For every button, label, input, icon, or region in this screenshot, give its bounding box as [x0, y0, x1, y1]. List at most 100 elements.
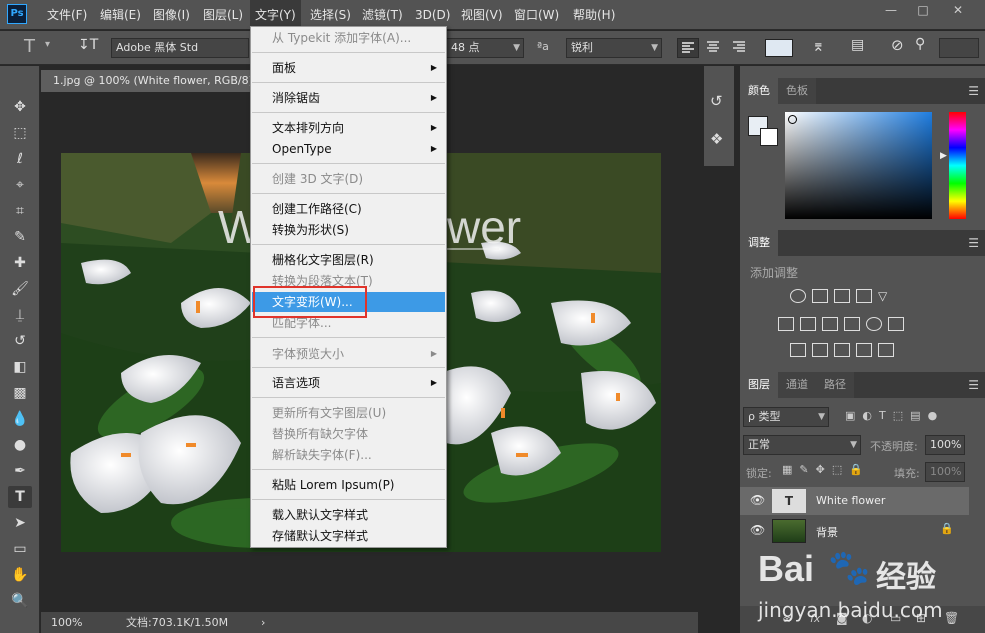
- path-select-tool-icon[interactable]: ➤: [8, 512, 32, 534]
- lock-all-icon[interactable]: 🔒: [849, 463, 863, 476]
- layer-row[interactable]: 👁 背景 🔒: [740, 517, 969, 545]
- menu-item-update-layers[interactable]: 更新所有文字图层(U): [252, 403, 445, 423]
- menu-edit[interactable]: 编辑(E): [100, 0, 141, 30]
- history-brush-tool-icon[interactable]: ↺: [8, 330, 32, 352]
- lock-artboard-icon[interactable]: ⬚: [832, 463, 842, 476]
- vibrance-icon[interactable]: ▽: [878, 289, 894, 303]
- minimize-button[interactable]: —: [878, 2, 904, 18]
- type-tool-icon[interactable]: T: [8, 486, 32, 508]
- menu-item-lorem-ipsum[interactable]: 粘贴 Lorem Ipsum(P): [252, 475, 445, 495]
- menu-item-convert-shape[interactable]: 转换为形状(S): [252, 220, 445, 240]
- lock-paint-icon[interactable]: ✎: [799, 463, 808, 476]
- quick-select-tool-icon[interactable]: ⌖: [8, 174, 32, 196]
- menu-layer[interactable]: 图层(L): [203, 0, 243, 30]
- type-tool-icon[interactable]: T: [24, 36, 35, 57]
- restore-button[interactable]: □: [910, 2, 936, 18]
- font-family-select[interactable]: Adobe 黑体 Std: [111, 38, 249, 58]
- panel-menu-icon[interactable]: ☰: [968, 230, 979, 256]
- lock-transparent-icon[interactable]: ▦: [782, 463, 792, 476]
- warp-text-icon[interactable]: ⌆: [812, 37, 825, 55]
- text-color-swatch[interactable]: [765, 39, 793, 57]
- panel-menu-icon[interactable]: ☰: [968, 372, 979, 398]
- status-arrow-icon[interactable]: ›: [261, 612, 265, 633]
- invert-icon[interactable]: [790, 342, 806, 357]
- close-button[interactable]: ✕: [945, 2, 971, 18]
- align-right-button[interactable]: [729, 38, 751, 58]
- visibility-eye-icon[interactable]: 👁: [750, 523, 765, 537]
- black-white-icon[interactable]: [822, 316, 838, 331]
- document-tab[interactable]: 1.jpg @ 100% (White flower, RGB/8): [41, 70, 251, 92]
- exposure-icon[interactable]: [856, 288, 872, 303]
- menu-item-create-3d[interactable]: 创建 3D 文字(D): [252, 169, 445, 189]
- color-picker-field[interactable]: [785, 112, 932, 219]
- character-panel-icon[interactable]: ▤: [851, 37, 864, 53]
- posterize-icon[interactable]: [812, 342, 828, 357]
- tab-layers[interactable]: 图层: [740, 372, 778, 398]
- hue-slider-handle-icon[interactable]: ▶: [940, 151, 947, 161]
- layer-name[interactable]: White flower: [816, 494, 885, 507]
- gradient-map-icon[interactable]: [878, 342, 894, 357]
- tab-paths[interactable]: 路径: [816, 372, 854, 398]
- adjust-filter-icon[interactable]: ◐: [862, 409, 872, 422]
- threshold-icon[interactable]: [834, 342, 850, 357]
- shape-filter-icon[interactable]: ⬚: [893, 409, 903, 422]
- lasso-tool-icon[interactable]: ℓ: [8, 148, 32, 170]
- brightness-icon[interactable]: [790, 288, 806, 303]
- menu-item-opentype[interactable]: OpenType ▶: [252, 139, 445, 159]
- brush-tool-icon[interactable]: 🖌: [8, 278, 32, 300]
- layer-name[interactable]: 背景: [816, 524, 838, 540]
- menu-item-language[interactable]: 语言选项 ▶: [252, 373, 445, 393]
- eraser-tool-icon[interactable]: ◧: [8, 356, 32, 378]
- type-filter-icon[interactable]: T: [879, 409, 886, 422]
- menu-item-orientation[interactable]: 文本排列方向 ▶: [252, 118, 445, 138]
- menu-item-preview-size[interactable]: 字体预览大小 ▶: [252, 344, 445, 364]
- crop-tool-icon[interactable]: ⌗: [8, 200, 32, 222]
- lock-position-icon[interactable]: ✥: [816, 463, 825, 476]
- menu-file[interactable]: 文件(F): [47, 0, 87, 30]
- menu-window[interactable]: 窗口(W): [514, 0, 559, 30]
- marquee-tool-icon[interactable]: ⬚: [8, 122, 32, 144]
- healing-brush-tool-icon[interactable]: ✚: [8, 252, 32, 274]
- filter-toggle-icon[interactable]: ●: [928, 409, 938, 422]
- pixel-filter-icon[interactable]: ▣: [845, 409, 855, 422]
- menu-item-panels[interactable]: 面板 ▶: [252, 58, 445, 78]
- antialias-select[interactable]: 锐利 ▼: [566, 38, 662, 58]
- font-size-select[interactable]: 48 点 ▼: [446, 38, 524, 58]
- properties-icon[interactable]: ❖: [710, 130, 723, 148]
- text-orientation-icon[interactable]: ↧T: [78, 37, 98, 53]
- tool-preset-dropdown-icon[interactable]: ▾: [45, 39, 50, 50]
- tab-adjustments[interactable]: 调整: [740, 230, 778, 256]
- rectangle-tool-icon[interactable]: ▭: [8, 538, 32, 560]
- photo-filter-icon[interactable]: [844, 316, 860, 331]
- menu-item-load-styles[interactable]: 载入默认文字样式: [252, 505, 445, 525]
- hue-saturation-icon[interactable]: [778, 316, 794, 331]
- menu-item-save-styles[interactable]: 存储默认文字样式: [252, 526, 445, 546]
- eyedropper-tool-icon[interactable]: ✎: [8, 226, 32, 248]
- tab-color[interactable]: 颜色: [740, 78, 778, 104]
- menu-help[interactable]: 帮助(H): [573, 0, 615, 30]
- background-color-swatch[interactable]: [760, 128, 778, 146]
- gradient-tool-icon[interactable]: ▩: [8, 382, 32, 404]
- menu-item-typekit[interactable]: 从 Typekit 添加字体(A)...: [252, 28, 445, 48]
- color-lookup-icon[interactable]: [888, 316, 904, 331]
- zoom-tool-icon[interactable]: 🔍: [8, 590, 32, 612]
- layer-filter-select[interactable]: ρ 类型 ▼: [743, 407, 829, 427]
- menu-item-replace-fonts[interactable]: 替换所有缺欠字体: [252, 424, 445, 444]
- workspace-select[interactable]: [939, 38, 979, 58]
- color-balance-icon[interactable]: [800, 316, 816, 331]
- search-icon[interactable]: ⚲: [915, 36, 925, 52]
- menu-item-resolve-fonts[interactable]: 解析缺失字体(F)...: [252, 445, 445, 465]
- smart-filter-icon[interactable]: ▤: [910, 409, 920, 422]
- cancel-icon[interactable]: ⊘: [891, 36, 904, 54]
- channel-mixer-icon[interactable]: [866, 316, 882, 331]
- menu-item-rasterize[interactable]: 栅格化文字图层(R): [252, 250, 445, 270]
- color-picker-cursor[interactable]: [788, 115, 797, 124]
- curves-icon[interactable]: [834, 288, 850, 303]
- dodge-tool-icon[interactable]: ●: [8, 434, 32, 456]
- blur-tool-icon[interactable]: 💧: [8, 408, 32, 430]
- tab-swatches[interactable]: 色板: [778, 78, 816, 104]
- opacity-input[interactable]: 100%: [925, 435, 965, 455]
- fill-input[interactable]: 100%: [925, 462, 965, 482]
- pen-tool-icon[interactable]: ✒: [8, 460, 32, 482]
- move-tool-icon[interactable]: ✥: [8, 96, 32, 118]
